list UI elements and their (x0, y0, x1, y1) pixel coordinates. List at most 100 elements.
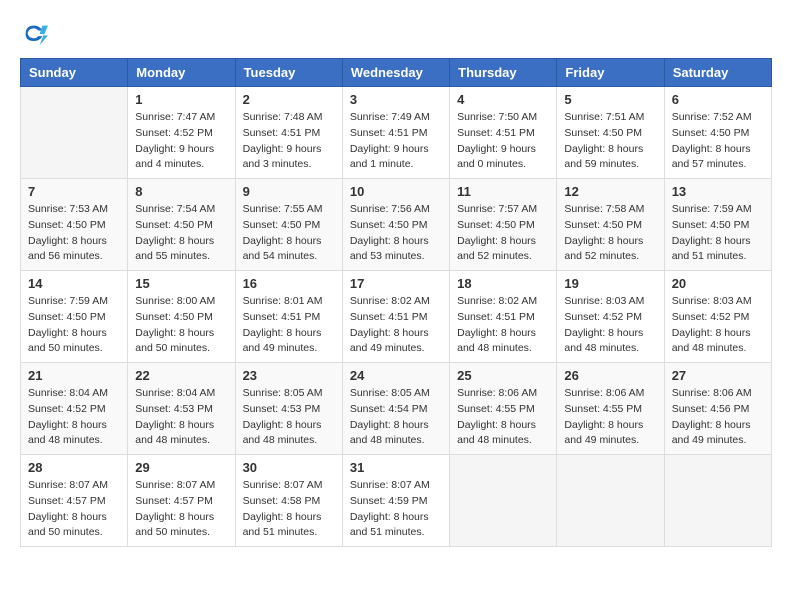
day-number: 11 (457, 184, 549, 199)
calendar-cell: 31Sunrise: 8:07 AMSunset: 4:59 PMDayligh… (342, 455, 449, 547)
day-number: 2 (243, 92, 335, 107)
calendar-cell: 5Sunrise: 7:51 AMSunset: 4:50 PMDaylight… (557, 87, 664, 179)
calendar-header-cell: Tuesday (235, 59, 342, 87)
logo-icon (20, 20, 48, 48)
calendar-cell: 6 Sunrise: 7:52 AMSunset: 4:50 PMDaylight… (664, 87, 771, 179)
day-number: 25 (457, 368, 549, 383)
day-info: Sunrise: 7:59 AMSunset: 4:50 PMDaylight:… (672, 202, 764, 265)
day-number: 9 (243, 184, 335, 199)
calendar-cell: 17 Sunrise: 8:02 AMSunset: 4:51 PMDayligh… (342, 271, 449, 363)
day-number: 1 (135, 92, 227, 107)
day-number: 29 (135, 460, 227, 475)
day-info: Sunrise: 8:05 AMSunset: 4:54 PMDaylight:… (350, 386, 442, 449)
day-info: Sunrise: 7:50 AMSunset: 4:51 PMDaylight:… (457, 110, 549, 173)
day-number: 3 (350, 92, 442, 107)
day-info: Sunrise: 7:56 AMSunset: 4:50 PMDaylight:… (350, 202, 442, 265)
day-number: 4 (457, 92, 549, 107)
day-number: 23 (243, 368, 335, 383)
calendar-cell: 9 Sunrise: 7:55 AMSunset: 4:50 PMDaylight… (235, 179, 342, 271)
page-header (20, 20, 772, 48)
calendar-cell: 10 Sunrise: 7:56 AMSunset: 4:50 PMDayligh… (342, 179, 449, 271)
day-number: 16 (243, 276, 335, 291)
day-info: Sunrise: 8:06 AMSunset: 4:55 PMDaylight:… (564, 386, 656, 449)
day-info: Sunrise: 8:07 AMSunset: 4:58 PMDaylight:… (243, 478, 335, 541)
calendar-cell: 27Sunrise: 8:06 AMSunset: 4:56 PMDayligh… (664, 363, 771, 455)
day-number: 20 (672, 276, 764, 291)
calendar-cell: 7Sunrise: 7:53 AMSunset: 4:50 PMDaylight… (21, 179, 128, 271)
day-number: 13 (672, 184, 764, 199)
calendar-cell: 25 Sunrise: 8:06 AMSunset: 4:55 PMDayligh… (450, 363, 557, 455)
calendar-cell: 23Sunrise: 8:05 AMSunset: 4:53 PMDayligh… (235, 363, 342, 455)
calendar-cell (557, 455, 664, 547)
day-info: Sunrise: 8:03 AMSunset: 4:52 PMDaylight:… (672, 294, 764, 357)
calendar-week-row: 14 Sunrise: 7:59 AMSunset: 4:50 PMDayligh… (21, 271, 772, 363)
day-info: Sunrise: 8:04 AMSunset: 4:52 PMDaylight:… (28, 386, 120, 449)
day-number: 10 (350, 184, 442, 199)
calendar-cell: 12Sunrise: 7:58 AMSunset: 4:50 PMDayligh… (557, 179, 664, 271)
day-info: Sunrise: 7:59 AMSunset: 4:50 PMDaylight:… (28, 294, 120, 357)
day-info: Sunrise: 7:47 AMSunset: 4:52 PMDaylight:… (135, 110, 227, 173)
calendar-cell: 2 Sunrise: 7:48 AMSunset: 4:51 PMDaylight… (235, 87, 342, 179)
calendar-cell: 13 Sunrise: 7:59 AMSunset: 4:50 PMDayligh… (664, 179, 771, 271)
day-number: 26 (564, 368, 656, 383)
day-number: 24 (350, 368, 442, 383)
calendar-header-cell: Friday (557, 59, 664, 87)
day-info: Sunrise: 7:57 AMSunset: 4:50 PMDaylight:… (457, 202, 549, 265)
calendar-table: SundayMondayTuesdayWednesdayThursdayFrid… (20, 58, 772, 547)
day-number: 8 (135, 184, 227, 199)
calendar-header-row: SundayMondayTuesdayWednesdayThursdayFrid… (21, 59, 772, 87)
day-info: Sunrise: 7:48 AMSunset: 4:51 PMDaylight:… (243, 110, 335, 173)
day-info: Sunrise: 8:03 AMSunset: 4:52 PMDaylight:… (564, 294, 656, 357)
day-info: Sunrise: 8:01 AMSunset: 4:51 PMDaylight:… (243, 294, 335, 357)
calendar-cell: 8 Sunrise: 7:54 AMSunset: 4:50 PMDaylight… (128, 179, 235, 271)
day-info: Sunrise: 7:53 AMSunset: 4:50 PMDaylight:… (28, 202, 120, 265)
day-info: Sunrise: 7:52 AMSunset: 4:50 PMDaylight:… (672, 110, 764, 173)
calendar-cell: 20 Sunrise: 8:03 AMSunset: 4:52 PMDayligh… (664, 271, 771, 363)
day-info: Sunrise: 7:55 AMSunset: 4:50 PMDaylight:… (243, 202, 335, 265)
day-info: Sunrise: 8:07 AMSunset: 4:57 PMDaylight:… (135, 478, 227, 541)
calendar-cell: 30 Sunrise: 8:07 AMSunset: 4:58 PMDayligh… (235, 455, 342, 547)
day-number: 15 (135, 276, 227, 291)
day-info: Sunrise: 8:02 AMSunset: 4:51 PMDaylight:… (350, 294, 442, 357)
day-number: 6 (672, 92, 764, 107)
calendar-week-row: 1 Sunrise: 7:47 AMSunset: 4:52 PMDaylight… (21, 87, 772, 179)
calendar-cell (664, 455, 771, 547)
calendar-header-cell: Sunday (21, 59, 128, 87)
day-number: 22 (135, 368, 227, 383)
day-info: Sunrise: 8:06 AMSunset: 4:55 PMDaylight:… (457, 386, 549, 449)
calendar-cell: 16 Sunrise: 8:01 AMSunset: 4:51 PMDayligh… (235, 271, 342, 363)
calendar-cell: 28Sunrise: 8:07 AMSunset: 4:57 PMDayligh… (21, 455, 128, 547)
calendar-week-row: 21 Sunrise: 8:04 AMSunset: 4:52 PMDayligh… (21, 363, 772, 455)
calendar-week-row: 28Sunrise: 8:07 AMSunset: 4:57 PMDayligh… (21, 455, 772, 547)
calendar-cell: 29 Sunrise: 8:07 AMSunset: 4:57 PMDayligh… (128, 455, 235, 547)
calendar-cell: 15Sunrise: 8:00 AMSunset: 4:50 PMDayligh… (128, 271, 235, 363)
day-number: 12 (564, 184, 656, 199)
day-number: 21 (28, 368, 120, 383)
calendar-cell: 19Sunrise: 8:03 AMSunset: 4:52 PMDayligh… (557, 271, 664, 363)
calendar-cell: 24 Sunrise: 8:05 AMSunset: 4:54 PMDayligh… (342, 363, 449, 455)
day-number: 18 (457, 276, 549, 291)
calendar-cell: 14 Sunrise: 7:59 AMSunset: 4:50 PMDayligh… (21, 271, 128, 363)
calendar-header-cell: Wednesday (342, 59, 449, 87)
calendar-cell (21, 87, 128, 179)
day-info: Sunrise: 7:51 AMSunset: 4:50 PMDaylight:… (564, 110, 656, 173)
calendar-cell: 1 Sunrise: 7:47 AMSunset: 4:52 PMDaylight… (128, 87, 235, 179)
calendar-header-cell: Thursday (450, 59, 557, 87)
day-info: Sunrise: 7:49 AMSunset: 4:51 PMDaylight:… (350, 110, 442, 173)
calendar-cell: 18 Sunrise: 8:02 AMSunset: 4:51 PMDayligh… (450, 271, 557, 363)
day-info: Sunrise: 8:07 AMSunset: 4:57 PMDaylight:… (28, 478, 120, 541)
calendar-cell: 11 Sunrise: 7:57 AMSunset: 4:50 PMDayligh… (450, 179, 557, 271)
day-number: 30 (243, 460, 335, 475)
day-number: 14 (28, 276, 120, 291)
logo (20, 20, 52, 48)
day-number: 27 (672, 368, 764, 383)
day-info: Sunrise: 7:54 AMSunset: 4:50 PMDaylight:… (135, 202, 227, 265)
day-info: Sunrise: 8:02 AMSunset: 4:51 PMDaylight:… (457, 294, 549, 357)
calendar-cell: 3 Sunrise: 7:49 AMSunset: 4:51 PMDaylight… (342, 87, 449, 179)
day-number: 17 (350, 276, 442, 291)
calendar-header-cell: Monday (128, 59, 235, 87)
calendar-header-cell: Saturday (664, 59, 771, 87)
day-info: Sunrise: 8:04 AMSunset: 4:53 PMDaylight:… (135, 386, 227, 449)
calendar-week-row: 7Sunrise: 7:53 AMSunset: 4:50 PMDaylight… (21, 179, 772, 271)
calendar-cell: 4 Sunrise: 7:50 AMSunset: 4:51 PMDaylight… (450, 87, 557, 179)
